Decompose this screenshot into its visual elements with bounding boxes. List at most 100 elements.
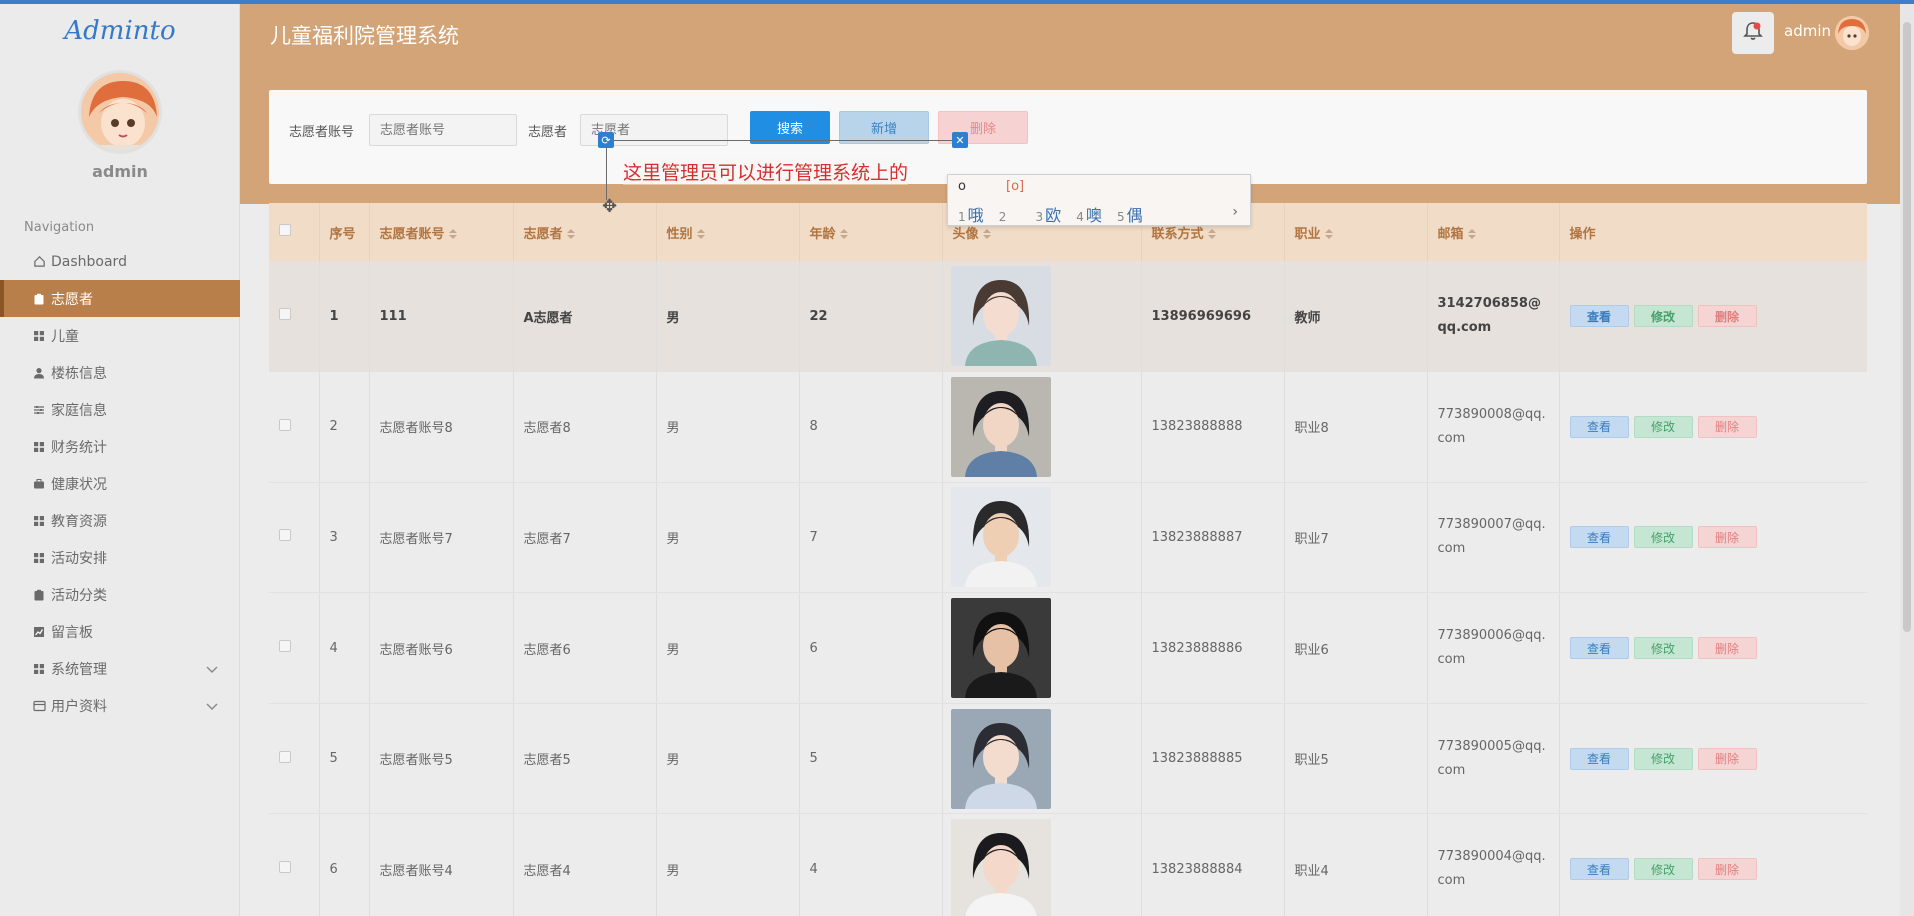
sort-icon[interactable] [983,229,991,239]
page-scrollbar[interactable] [1900,0,1914,916]
edit-button[interactable]: 修改 [1633,526,1693,549]
row-checkbox[interactable] [279,640,291,653]
account-search-input[interactable] [369,114,517,146]
edit-button[interactable]: 修改 [1633,747,1693,770]
edit-button[interactable]: 修改 [1633,637,1693,660]
delete-button[interactable]: 删除 [1697,637,1757,660]
sort-icon[interactable] [840,229,848,239]
sort-icon[interactable] [697,229,705,239]
view-button[interactable]: 查看 [1569,305,1629,328]
sidebar-item[interactable]: 留言板 [0,613,240,650]
ime-candidate[interactable]: 哦 [968,206,984,225]
row-checkbox[interactable] [279,861,291,874]
view-button[interactable]: 查看 [1569,858,1629,881]
ime-composition: [o] [1006,179,1025,194]
delete-button[interactable]: 删除 [1697,415,1757,438]
volunteer-photo[interactable] [950,376,1141,477]
view-button[interactable]: 查看 [1569,526,1629,549]
sliders-icon [32,403,46,417]
rotate-handle-icon[interactable]: ⟳ [598,132,614,148]
move-icon[interactable]: ✥ [602,196,617,217]
view-button[interactable]: 查看 [1569,747,1629,770]
sidebar: Adminto admin Navigation Dashboard 志愿者 儿童楼… [0,0,240,916]
ime-candidate[interactable]: 欧 [1045,206,1061,225]
cell-no: 2 [319,371,370,483]
sidebar-item-label: 楼栋信息 [51,365,107,382]
cell-gender: 男 [656,703,800,815]
notification-button[interactable] [1732,12,1774,54]
col-header-gender[interactable]: 性别 [656,203,800,261]
col-header-age[interactable]: 年龄 [799,203,943,261]
cell-account: 111 [369,261,514,373]
col-header-email[interactable]: 邮箱 [1427,203,1560,261]
volunteer-photo[interactable] [950,487,1141,588]
table-row[interactable]: 3 志愿者账号7 志愿者7 男 7 13823888887 职业7 773890007@qq.… [269,482,1867,594]
volunteer-photo[interactable] [950,598,1141,699]
sidebar-item-label: Dashboard [51,253,127,270]
delete-button[interactable]: 删除 [1697,305,1757,328]
sidebar-item[interactable]: 志愿者 [0,280,240,317]
view-button[interactable]: 查看 [1569,415,1629,438]
system-title: 儿童福利院管理系统 [270,24,459,48]
ime-candidate-list: 1哦 2 3欧 4噢 5偶 [958,202,1153,226]
sidebar-item[interactable]: 财务统计 [0,428,240,465]
volunteer-photo[interactable] [950,819,1141,916]
sort-icon[interactable] [1468,229,1476,239]
view-button[interactable]: 查看 [1569,637,1629,660]
sidebar-item[interactable]: 健康状况 [0,465,240,502]
cell-no: 6 [319,813,370,916]
volunteer-photo[interactable] [950,266,1141,367]
sort-icon[interactable] [1325,229,1333,239]
sort-icon[interactable] [567,229,575,239]
annotation-text[interactable]: 这里管理员可以进行管理系统上的 [623,158,909,185]
sort-icon[interactable] [1208,229,1216,239]
table-row[interactable]: 1 111 A志愿者男 22 13896969696 教师 3142706858@qq.co… [269,261,1867,373]
header-avatar[interactable] [1835,16,1869,50]
sidebar-item[interactable]: 家庭信息 [0,391,240,428]
cell-actions: 查看 修改 删除 [1559,371,1867,483]
cell-name: 志愿者7 [513,482,657,594]
sidebar-item[interactable]: 活动分类 [0,576,240,613]
edit-button[interactable]: 修改 [1633,415,1693,438]
delete-button[interactable]: 删除 [1697,747,1757,770]
edit-button[interactable]: 修改 [1633,858,1693,881]
cell-phone: 13823888885 [1141,703,1285,815]
col-header-job[interactable]: 职业 [1284,203,1428,261]
row-checkbox[interactable] [279,529,291,542]
sidebar-item[interactable]: 教育资源 [0,502,240,539]
volunteer-photo[interactable] [950,708,1141,809]
sidebar-item[interactable]: Dashboard [0,243,240,280]
table-row[interactable]: 6 志愿者账号4 志愿者4 男 4 13823888884 职业4 773890004@qq.… [269,813,1867,916]
delete-button[interactable]: 删除 [1697,858,1757,881]
select-all-checkbox[interactable] [279,224,291,236]
col-header-account[interactable]: 志愿者账号 [369,203,514,261]
sort-icon[interactable] [449,229,457,239]
table-row[interactable]: 4 志愿者账号6 志愿者6 男 6 13823888886 职业6 773890006@qq.… [269,592,1867,704]
cell-avatar [942,703,1142,815]
scrollbar-thumb[interactable] [1903,22,1911,632]
grid-icon [32,440,46,454]
sidebar-item[interactable]: 活动安排 [0,539,240,576]
row-checkbox[interactable] [279,750,291,763]
delete-button[interactable]: 删除 [1697,526,1757,549]
ime-candidate[interactable]: 噢 [1086,206,1102,225]
sidebar-item[interactable]: 系统管理 [0,650,240,687]
sidebar-item[interactable]: 用户资料 [0,687,240,724]
close-icon[interactable]: ✕ [952,132,968,148]
table-row[interactable]: 5 志愿者账号5 志愿者5 男 5 13823888885 职业5 773890005@qq.… [269,703,1867,815]
sidebar-avatar[interactable] [78,70,162,154]
cell-email: 3142706858@qq.com [1427,261,1560,373]
sidebar-item[interactable]: 儿童 [0,317,240,354]
sidebar-item[interactable]: 楼栋信息 [0,354,240,391]
row-checkbox[interactable] [279,308,291,321]
search-panel: 志愿者账号 志愿者 搜索 新增 删除 [269,90,1867,184]
table-row[interactable]: 2 志愿者账号8 志愿者8 男 8 13823888888 职业8 773890008@qq.… [269,371,1867,483]
ime-candidate[interactable]: 偶 [1127,206,1143,225]
row-checkbox[interactable] [279,418,291,431]
chevron-right-icon[interactable]: › [1232,204,1238,220]
col-header-name[interactable]: 志愿者 [513,203,657,261]
app-logo[interactable]: Adminto [0,16,240,46]
header-username[interactable]: admin [1784,22,1831,40]
ime-candidate-number: 3 [1035,210,1044,224]
edit-button[interactable]: 修改 [1633,305,1693,328]
